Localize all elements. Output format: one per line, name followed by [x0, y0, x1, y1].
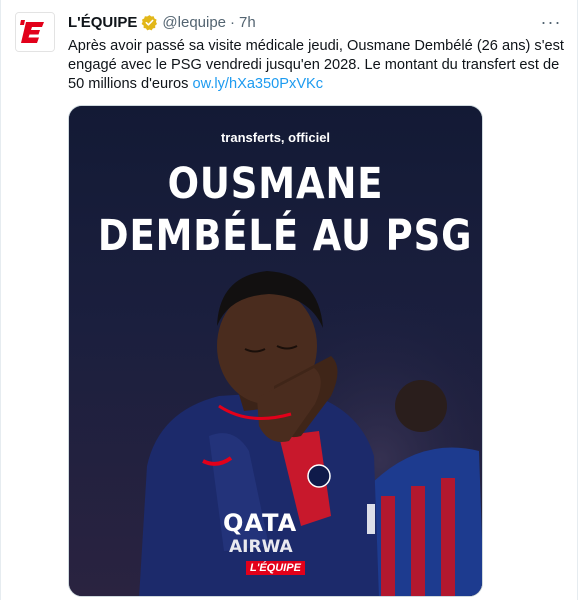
tweet-card[interactable]: L'ÉQUIPE @lequipe · 7h ··· Après avoir p… — [0, 0, 578, 600]
headline-line-1: OUSMANE — [167, 159, 384, 209]
headline-line-2: DEMBÉLÉ AU PSG — [97, 211, 473, 261]
more-icon[interactable]: ··· — [539, 12, 563, 32]
sponsor-text-1: QATA — [223, 509, 298, 537]
verified-badge-icon — [141, 14, 158, 31]
tweet-media-image[interactable]: transferts, officiel OUSMANE DEMBÉLÉ AU … — [68, 105, 483, 597]
sponsor-text-2: AIRWA — [229, 537, 293, 557]
media-headline: OUSMANE DEMBÉLÉ AU PSG — [97, 158, 473, 262]
media-kicker: transferts, officiel — [220, 130, 331, 145]
lequipe-logo-icon — [16, 13, 54, 51]
tweet-header: L'ÉQUIPE @lequipe · 7h — [68, 12, 256, 32]
lequipe-watermark: L'ÉQUIPE — [246, 561, 305, 575]
tweet-text: Après avoir passé sa visite médicale jeu… — [68, 37, 568, 94]
account-handle[interactable]: @lequipe — [162, 14, 226, 31]
tweet-link[interactable]: ow.ly/hXa350PxVKc — [192, 76, 323, 92]
timestamp[interactable]: 7h — [239, 14, 256, 31]
avatar[interactable] — [15, 12, 55, 52]
separator-dot: · — [230, 13, 236, 31]
account-name[interactable]: L'ÉQUIPE — [68, 14, 137, 31]
